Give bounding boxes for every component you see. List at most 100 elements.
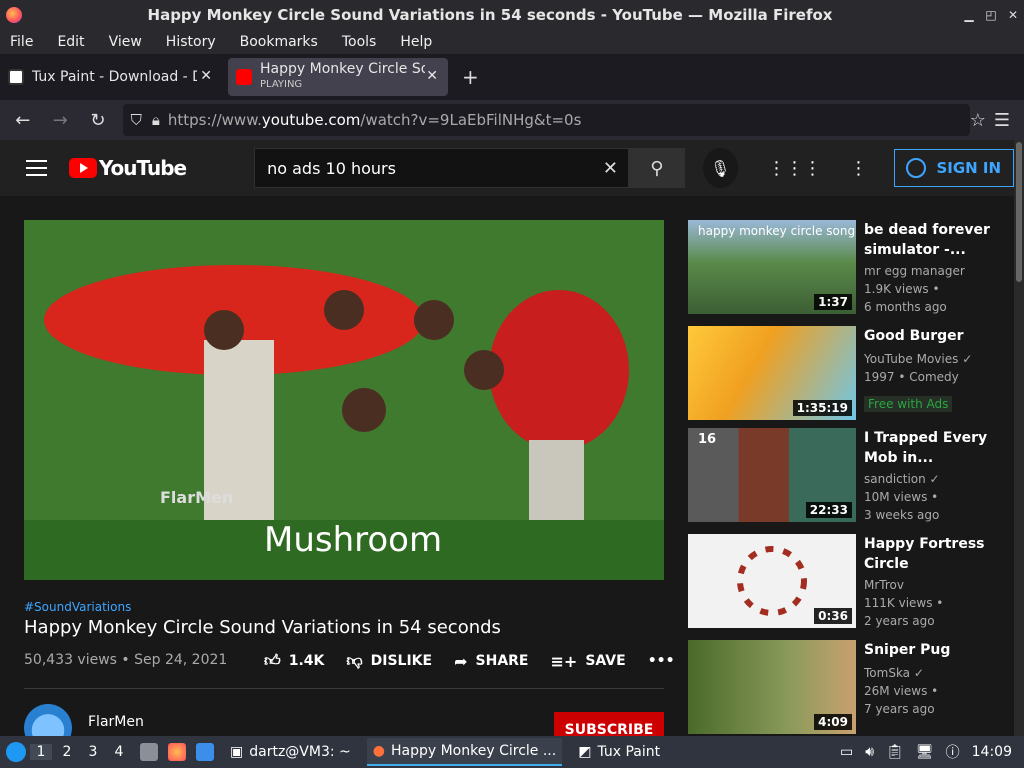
volume-icon[interactable]: 🔊︎: [865, 744, 874, 760]
menu-edit[interactable]: Edit: [57, 34, 84, 50]
youtube-header: YouTube ✕ ⚲ 🎙︎ ⋮⋮⋮ ⋮ SIGN IN: [0, 140, 1014, 196]
scroll-icon[interactable]: ▭: [840, 744, 853, 760]
tab-playing-status: PLAYING: [260, 79, 303, 90]
rec-channel[interactable]: YouTube Movies ✓: [864, 352, 972, 366]
clock[interactable]: 14:09: [972, 744, 1012, 760]
channel-avatar[interactable]: [24, 704, 72, 736]
rec-channel[interactable]: mr egg manager: [864, 264, 965, 278]
guide-menu-icon[interactable]: [26, 155, 47, 181]
workspace-1[interactable]: 1: [30, 744, 52, 760]
rec-year-genre: 1997 • Comedy: [864, 370, 959, 384]
workspace-2[interactable]: 2: [56, 744, 78, 760]
tab-tux-paint[interactable]: Tux Paint - Download - De ✕: [0, 58, 222, 96]
recommendation-item[interactable]: 1:35:19 Good Burger YouTube Movies ✓ 199…: [688, 326, 1008, 420]
video-duration: 0:36: [814, 608, 852, 624]
video-player[interactable]: FlarMen Mushroom: [24, 220, 664, 580]
start-menu-icon[interactable]: [6, 742, 26, 762]
rec-title[interactable]: Sniper Pug: [864, 640, 994, 660]
tab-youtube[interactable]: Happy Monkey Circle Sou PLAYING ✕: [228, 58, 448, 96]
navigation-bar: ← → ↻ ⛉ 🔒︎ https://www.youtube.com/watch…: [0, 100, 1024, 140]
menu-file[interactable]: File: [10, 34, 33, 50]
video-duration: 22:33: [805, 502, 852, 518]
video-hashtag-link[interactable]: #SoundVariations: [24, 600, 131, 614]
menu-view[interactable]: View: [109, 34, 142, 50]
rec-channel[interactable]: MrTrov: [864, 578, 904, 592]
user-icon: [906, 158, 927, 178]
rec-channel[interactable]: TomSka ✓: [864, 666, 924, 680]
video-thumbnail[interactable]: 16 22:33: [688, 428, 856, 522]
bookmark-star-icon[interactable]: ☆: [970, 110, 986, 131]
video-title: Happy Monkey Circle Sound Variations in …: [24, 617, 501, 638]
watch-page: FlarMen Mushroom #SoundVariations Happy …: [0, 196, 1014, 736]
workspace-3[interactable]: 3: [82, 744, 104, 760]
task-tux-paint[interactable]: ◩ Tux Paint: [572, 738, 666, 766]
network-icon[interactable]: 🖥︎: [916, 744, 934, 760]
search-input[interactable]: [255, 158, 603, 178]
menu-tools[interactable]: Tools: [342, 34, 377, 50]
like-button[interactable]: 👍︎ 1.4K: [264, 651, 324, 671]
rec-title[interactable]: Happy Fortress Circle: [864, 534, 994, 574]
back-arrow-icon[interactable]: ←: [8, 110, 38, 131]
task-firefox[interactable]: ● Happy Monkey Circle ...: [366, 738, 563, 766]
task-terminal[interactable]: ▣ dartz@VM3: ~: [224, 738, 357, 766]
apps-grid-icon[interactable]: ⋮⋮⋮: [768, 158, 822, 179]
lock-icon[interactable]: 🔒︎: [152, 111, 160, 129]
save-button[interactable]: ≡+ SAVE: [551, 651, 626, 671]
system-tray: ▭ 🔊︎ 📋︎ 🖥︎ ⓘ 14:09: [840, 742, 1024, 762]
share-button[interactable]: ➦ SHARE: [454, 651, 528, 671]
thumbnail-text: happy monkey circle song: [698, 224, 856, 238]
rec-channel[interactable]: sandiction ✓: [864, 472, 940, 486]
new-tab-icon[interactable]: +: [462, 65, 479, 89]
sign-in-button[interactable]: SIGN IN: [893, 149, 1014, 187]
recommendation-item[interactable]: 16 22:33 I Trapped Every Mob in... sandi…: [688, 428, 1008, 522]
minimize-icon[interactable]: ▁: [958, 8, 980, 22]
menu-help[interactable]: Help: [400, 34, 432, 50]
rec-age: 3 weeks ago: [864, 508, 940, 522]
microphone-icon[interactable]: 🎙︎: [702, 148, 738, 188]
recommendation-item[interactable]: 0:36 Happy Fortress Circle MrTrov 111K v…: [688, 534, 1008, 628]
desktop-icon[interactable]: [196, 743, 214, 761]
clear-search-icon[interactable]: ✕: [603, 158, 618, 179]
channel-name[interactable]: FlarMen: [88, 714, 144, 730]
rec-title[interactable]: Good Burger: [864, 326, 994, 346]
file-manager-icon[interactable]: [140, 743, 158, 761]
hamburger-menu-icon[interactable]: ☰: [994, 110, 1010, 131]
recommendation-item[interactable]: 4:09 Sniper Pug TomSka ✓ 26M views • 7 y…: [688, 640, 1008, 734]
notification-icon[interactable]: ⓘ: [946, 742, 960, 762]
page-scrollbar[interactable]: [1014, 140, 1024, 736]
video-thumbnail[interactable]: 1:35:19: [688, 326, 856, 420]
maximize-icon[interactable]: ◰: [980, 8, 1002, 22]
clipboard-icon[interactable]: 📋︎: [886, 744, 904, 760]
rec-title[interactable]: be dead forever simulator -...: [864, 220, 994, 260]
rec-title[interactable]: I Trapped Every Mob in...: [864, 428, 994, 468]
video-thumbnail[interactable]: 4:09: [688, 640, 856, 734]
youtube-wordmark: YouTube: [98, 156, 187, 180]
youtube-logo[interactable]: YouTube: [68, 156, 187, 180]
close-icon[interactable]: ✕: [1002, 8, 1024, 22]
subscribe-button[interactable]: SUBSCRIBE: [554, 712, 664, 736]
system-taskbar: 1 2 3 4 ▣ dartz@VM3: ~ ● Happy Monkey Circ…: [0, 736, 1024, 768]
more-options-icon[interactable]: ⋮: [850, 158, 868, 179]
reload-icon[interactable]: ↻: [83, 110, 113, 131]
recommendation-item[interactable]: happy monkey circle song 1:37 be dead fo…: [688, 220, 1008, 314]
tab-close-icon[interactable]: ✕: [200, 68, 212, 84]
more-actions-icon[interactable]: •••: [648, 651, 675, 671]
video-caption: Mushroom: [264, 520, 443, 560]
workspace-4[interactable]: 4: [108, 744, 130, 760]
url-bar[interactable]: ⛉ 🔒︎ https://www.youtube.com/watch?v=9La…: [122, 104, 970, 136]
menu-history[interactable]: History: [166, 34, 216, 50]
shield-icon[interactable]: ⛉: [131, 111, 142, 129]
forward-arrow-icon[interactable]: →: [46, 110, 76, 131]
video-thumbnail[interactable]: 0:36: [688, 534, 856, 628]
search-button[interactable]: ⚲: [628, 148, 685, 188]
video-duration: 1:35:19: [792, 400, 852, 416]
search-box: ✕: [254, 148, 629, 188]
video-meta: 50,433 views • Sep 24, 2021: [24, 652, 228, 668]
scrollbar-thumb[interactable]: [1016, 142, 1022, 282]
menu-bookmarks[interactable]: Bookmarks: [240, 34, 318, 50]
video-thumbnail[interactable]: happy monkey circle song 1:37: [688, 220, 856, 314]
tab-close-icon[interactable]: ✕: [426, 68, 438, 84]
dislike-button[interactable]: 👎︎ DISLIKE: [346, 651, 432, 671]
firefox-launcher-icon[interactable]: [168, 743, 186, 761]
rec-views: 26M views •: [864, 684, 939, 698]
